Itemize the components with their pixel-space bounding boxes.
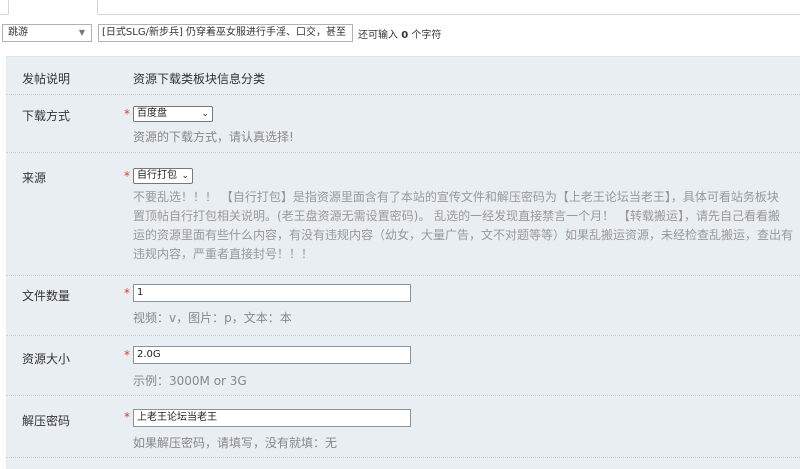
row-download-method: 下载方式 * 百度盘 ⌄ 资源的下载方式，请认真选择! xyxy=(6,95,800,153)
row-post-info: 发帖说明 资源下载类板块信息分类 xyxy=(6,57,800,95)
source-hint-line: 运的资源里面有些什么内容，有没有违规内容（幼女，大量广告，文不对题等等）如果乱搬… xyxy=(133,228,794,242)
unzip-password-label: 解压密码 xyxy=(22,414,71,428)
source-hint-line: 不要乱选！！！ 【自行打包】是指资源里面含有了本站的宣传文件和解压密码为【上老王… xyxy=(133,190,779,204)
title-input-value: [日式SLG/新步兵] 仍穿着巫女服进行手淫、口交，甚至 xyxy=(102,27,347,38)
required-marker: * xyxy=(124,348,130,362)
source-label: 来源 xyxy=(22,171,47,185)
file-count-label: 文件数量 xyxy=(22,289,71,303)
resource-size-label: 资源大小 xyxy=(22,352,71,366)
post-info-value: 资源下载类板块信息分类 xyxy=(133,72,266,86)
post-info-label: 发帖说明 xyxy=(22,72,71,86)
tab-active[interactable] xyxy=(8,0,98,15)
char-counter-prefix: 还可输入 xyxy=(358,30,398,41)
unzip-password-hint: 如果解压密码，请填写，没有就填：无 xyxy=(133,436,338,450)
download-method-select[interactable]: 百度盘 ⌄ xyxy=(133,106,213,122)
char-counter: 还可输入 0 个字符 xyxy=(358,26,441,41)
source-select-value: 自行打包 xyxy=(137,170,177,181)
resource-size-value: 2.0G xyxy=(137,349,161,360)
tab-strip xyxy=(0,0,800,15)
chevron-down-icon: ⌄ xyxy=(181,171,189,181)
char-counter-suffix: 个字符 xyxy=(411,30,442,41)
row-unzip-password: 解压密码 * 上老王论坛当老王 如果解压密码，请填写，没有就填：无 xyxy=(6,396,800,458)
category-select-value: 跳游 xyxy=(8,27,28,38)
file-count-hint: 视频：v，图片：p，文本：本 xyxy=(133,311,292,325)
download-method-label: 下载方式 xyxy=(22,109,71,123)
download-method-value: 百度盘 xyxy=(137,108,167,119)
title-input[interactable]: [日式SLG/新步兵] 仍穿着巫女服进行手淫、口交，甚至 xyxy=(98,24,353,42)
unzip-password-input[interactable]: 上老王论坛当老王 xyxy=(133,409,411,427)
post-options-form: 发帖说明 资源下载类板块信息分类 下载方式 * 百度盘 ⌄ 资源的下载方式，请认… xyxy=(6,56,800,469)
source-hint: 不要乱选！！！ 【自行打包】是指资源里面含有了本站的宣传文件和解压密码为【上老王… xyxy=(133,188,800,264)
post-header-bar: 跳游 ▼ [日式SLG/新步兵] 仍穿着巫女服进行手淫、口交，甚至 还可输入 0… xyxy=(0,23,800,45)
char-counter-count: 0 xyxy=(401,30,409,41)
download-method-hint: 资源的下载方式，请认真选择! xyxy=(133,130,294,144)
row-resource-size: 资源大小 * 2.0G 示例：3000M or 3G xyxy=(6,336,800,396)
category-select[interactable]: 跳游 ▼ xyxy=(2,24,92,42)
required-marker: * xyxy=(124,286,130,300)
source-hint-line: 置顶帖自行打包相关说明。(老王盘资源无需设置密码)。 乱选的一经发现直接禁言一个… xyxy=(133,209,780,223)
required-marker: * xyxy=(124,107,130,121)
required-marker: * xyxy=(124,169,130,183)
source-hint-line: 违规内容，严重者直接封号！！！ xyxy=(133,247,314,261)
row-source: 来源 * 自行打包 ⌄ 不要乱选！！！ 【自行打包】是指资源里面含有了本站的宣传… xyxy=(6,153,800,276)
required-marker: * xyxy=(124,410,130,424)
source-select[interactable]: 自行打包 ⌄ xyxy=(133,168,193,184)
chevron-down-icon: ▼ xyxy=(78,28,85,37)
row-file-count: 文件数量 * 1 视频：v，图片：p，文本：本 xyxy=(6,276,800,336)
file-count-input[interactable]: 1 xyxy=(133,284,411,302)
resource-size-hint: 示例：3000M or 3G xyxy=(133,374,247,388)
unzip-password-value: 上老王论坛当老王 xyxy=(137,412,217,423)
chevron-down-icon: ⌄ xyxy=(201,109,209,119)
file-count-value: 1 xyxy=(137,287,144,298)
resource-size-input[interactable]: 2.0G xyxy=(133,346,411,364)
